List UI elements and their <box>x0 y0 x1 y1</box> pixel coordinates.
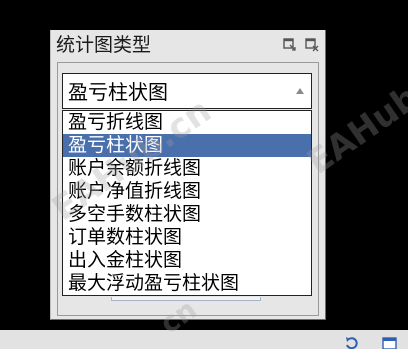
dropdown-item[interactable]: 出入金柱状图 <box>63 249 311 272</box>
window-icon[interactable] <box>382 335 398 349</box>
title-bar: 统计图类型 <box>51 30 325 60</box>
combobox-value: 盈亏柱状图 <box>68 80 168 104</box>
close-icon[interactable] <box>305 38 319 52</box>
triangle-up-icon[interactable] <box>296 88 304 94</box>
dropdown-item[interactable]: 订单数柱状图 <box>63 226 311 249</box>
dropdown-item[interactable]: 账户余额折线图 <box>63 157 311 180</box>
chart-type-dropdown-list[interactable]: 盈亏折线图 盈亏柱状图 账户余额折线图 账户净值折线图 多空手数柱状图 订单数柱… <box>62 110 312 296</box>
dropdown-item[interactable]: 最大浮动盈亏柱状图 <box>63 272 311 295</box>
panel-title: 统计图类型 <box>56 34 152 56</box>
dropdown-item[interactable]: 盈亏折线图 <box>63 111 311 134</box>
dropdown-item-selected[interactable]: 盈亏柱状图 <box>63 134 311 157</box>
dropdown-item[interactable]: 账户净值折线图 <box>63 180 311 203</box>
chart-type-combobox[interactable]: 盈亏柱状图 <box>62 73 312 109</box>
screen: 统计图类型 盈亏柱状图 盈亏折线图 盈亏柱状图 账户余额折线图 账户净值折线图 … <box>0 0 408 349</box>
window-restore-icon[interactable] <box>283 38 297 52</box>
dropdown-item[interactable]: 多空手数柱状图 <box>63 203 311 226</box>
obscured-control <box>111 297 261 301</box>
refresh-icon[interactable] <box>344 335 360 349</box>
chart-type-panel: 统计图类型 盈亏柱状图 盈亏折线图 盈亏柱状图 账户余额折线图 账户净值折线图 … <box>50 30 326 320</box>
